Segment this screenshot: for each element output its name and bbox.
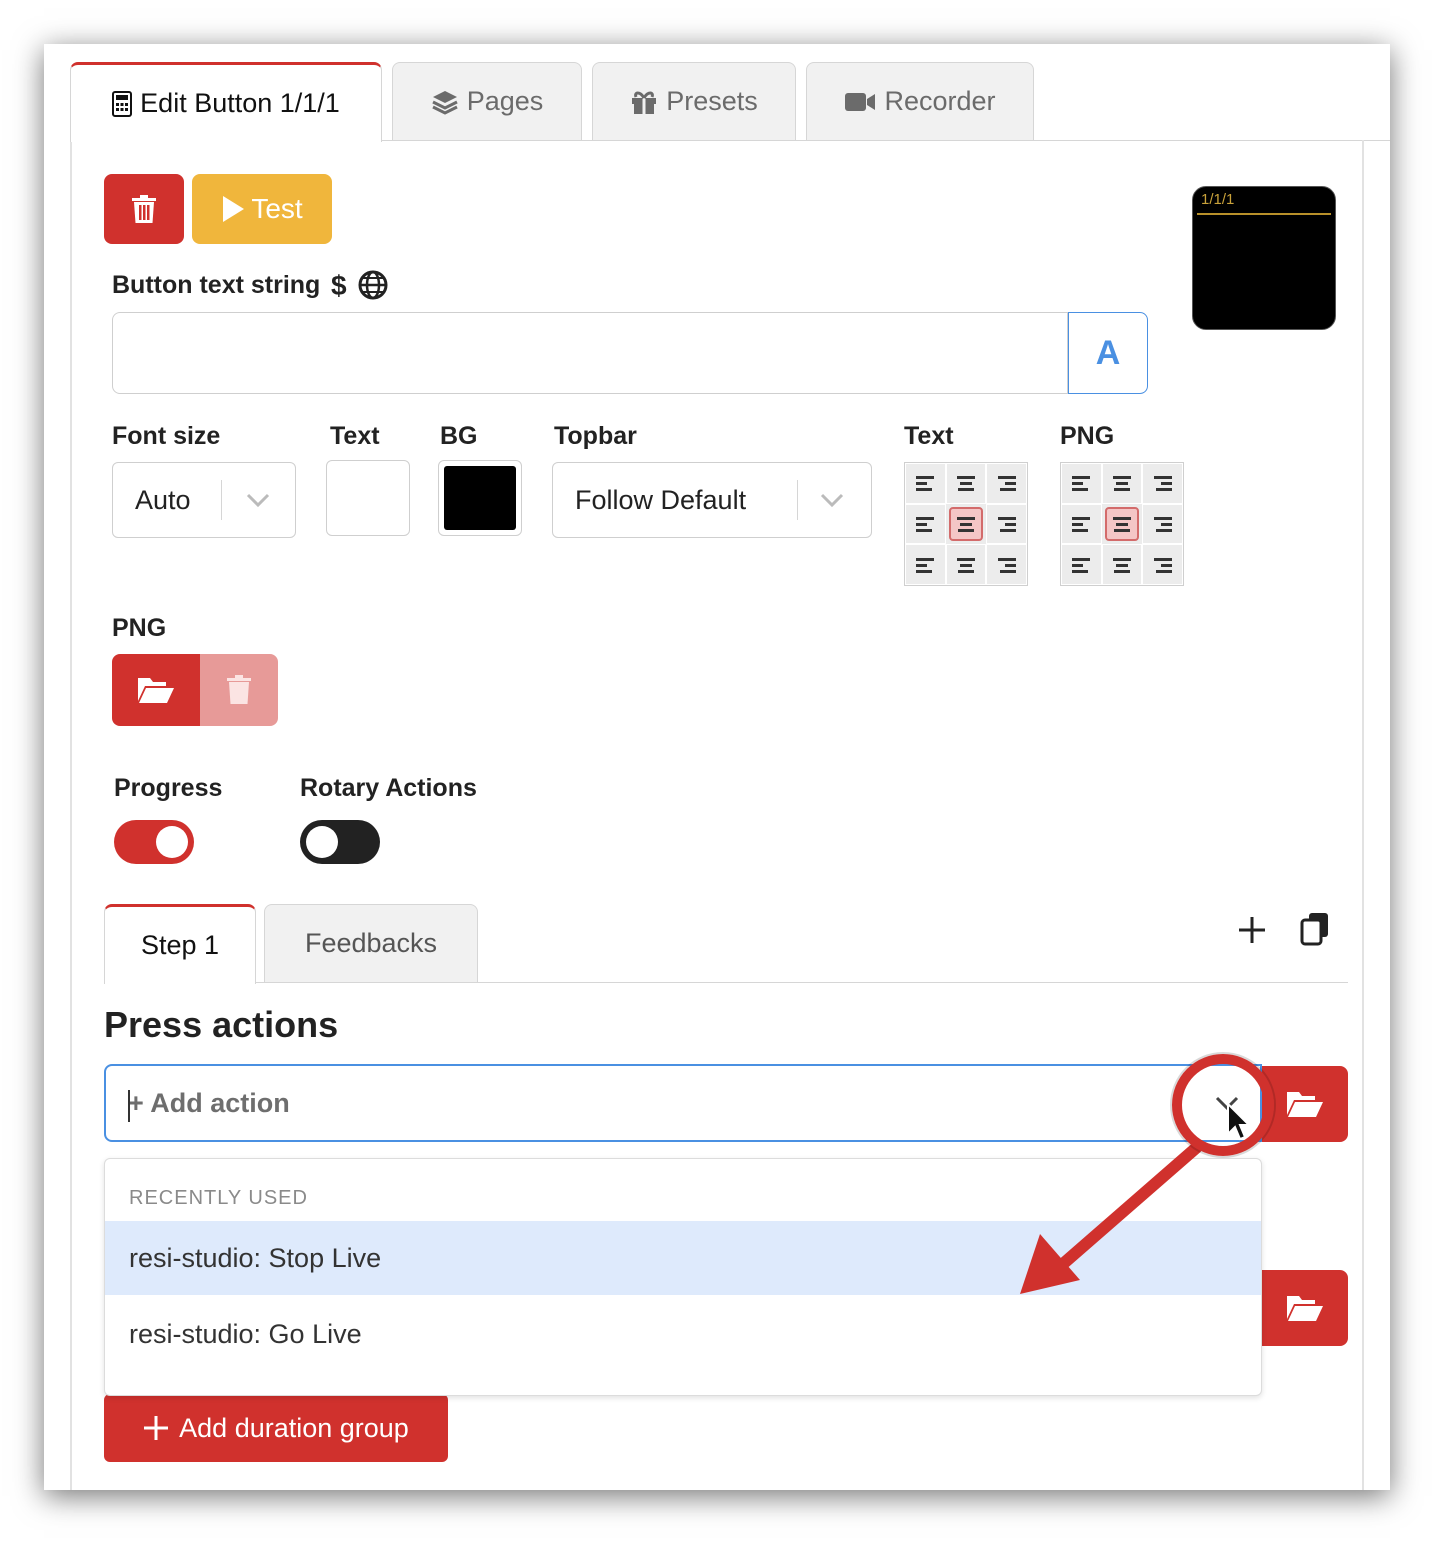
annotation-highlight-circle <box>1172 1054 1274 1156</box>
editor-window: Edit Button 1/1/1 Pages Presets Recorder <box>44 44 1390 1490</box>
mouse-cursor-icon <box>1227 1102 1252 1141</box>
annotation-arrow-icon <box>1020 1142 1202 1294</box>
